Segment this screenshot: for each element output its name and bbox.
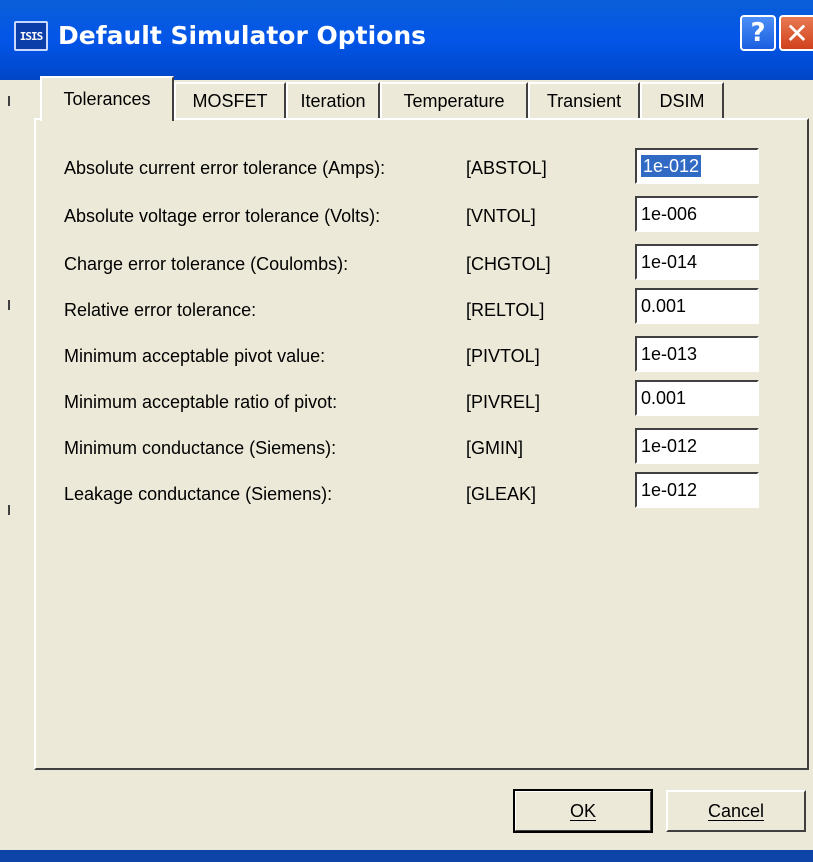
ok-button[interactable]: OK	[513, 789, 653, 833]
tab-label: Tolerances	[63, 89, 151, 109]
gmin-label: Minimum conductance (Siemens):	[64, 438, 337, 458]
help-icon: ?	[750, 18, 766, 48]
vntol-label: Absolute voltage error tolerance (Volts)…	[64, 206, 381, 226]
tab-mosfet[interactable]: MOSFET	[174, 82, 286, 118]
pivrel-label: Minimum acceptable ratio of pivot:	[64, 392, 338, 412]
gmin-param: [GMIN]	[466, 438, 523, 458]
gleak-label: Leakage conductance (Siemens):	[64, 484, 333, 504]
edge-mark	[8, 505, 10, 515]
pivtol-param: [PIVTOL]	[466, 346, 540, 366]
edge-mark	[8, 300, 10, 310]
abstol-input[interactable]	[635, 148, 759, 184]
close-icon: ✕	[785, 16, 809, 50]
pivtol-label: Minimum acceptable pivot value:	[64, 346, 326, 366]
gmin-input[interactable]	[635, 428, 759, 464]
pivrel-input[interactable]	[635, 380, 759, 416]
tab-label: DSIM	[659, 90, 705, 111]
tab-label: MOSFET	[192, 90, 268, 111]
abstol-param: [ABSTOL]	[466, 158, 547, 178]
tab-tolerances[interactable]: Tolerances	[40, 76, 174, 121]
chgtol-input[interactable]	[635, 244, 759, 280]
title-bar[interactable]: ISIS Default Simulator Options ? ✕	[0, 0, 813, 80]
tab-transient[interactable]: Transient	[528, 82, 640, 118]
window-title: Default Simulator Options	[58, 21, 427, 50]
chgtol-label: Charge error tolerance (Coulombs):	[64, 254, 349, 274]
window-bottom-border	[0, 850, 813, 862]
gleak-input[interactable]	[635, 472, 759, 508]
reltol-param: [RELTOL]	[466, 300, 545, 320]
chgtol-param: [CHGTOL]	[466, 254, 551, 274]
close-button[interactable]: ✕	[779, 15, 813, 51]
simulator-options-dialog: ISIS Default Simulator Options ? ✕ Toler…	[0, 0, 813, 862]
pivrel-param: [PIVREL]	[466, 392, 541, 412]
tab-iteration[interactable]: Iteration	[286, 82, 380, 118]
edge-mark	[8, 96, 10, 106]
vntol-param: [VNTOL]	[466, 206, 536, 226]
gleak-param: [GLEAK]	[466, 484, 537, 504]
tab-label: Iteration	[300, 90, 366, 111]
isis-app-icon: ISIS	[14, 21, 48, 51]
abstol-label: Absolute current error tolerance (Amps):	[64, 158, 386, 178]
vntol-input[interactable]	[635, 196, 759, 232]
cancel-button[interactable]: Cancel	[666, 790, 806, 832]
pivtol-input[interactable]	[635, 336, 759, 372]
tab-temperature[interactable]: Temperature	[380, 82, 528, 118]
tab-dsim[interactable]: DSIM	[640, 82, 724, 118]
help-button[interactable]: ?	[740, 15, 776, 51]
tab-label: Transient	[546, 90, 622, 111]
reltol-label: Relative error tolerance:	[64, 300, 257, 320]
tab-label: Temperature	[403, 90, 505, 111]
reltol-input[interactable]	[635, 288, 759, 324]
